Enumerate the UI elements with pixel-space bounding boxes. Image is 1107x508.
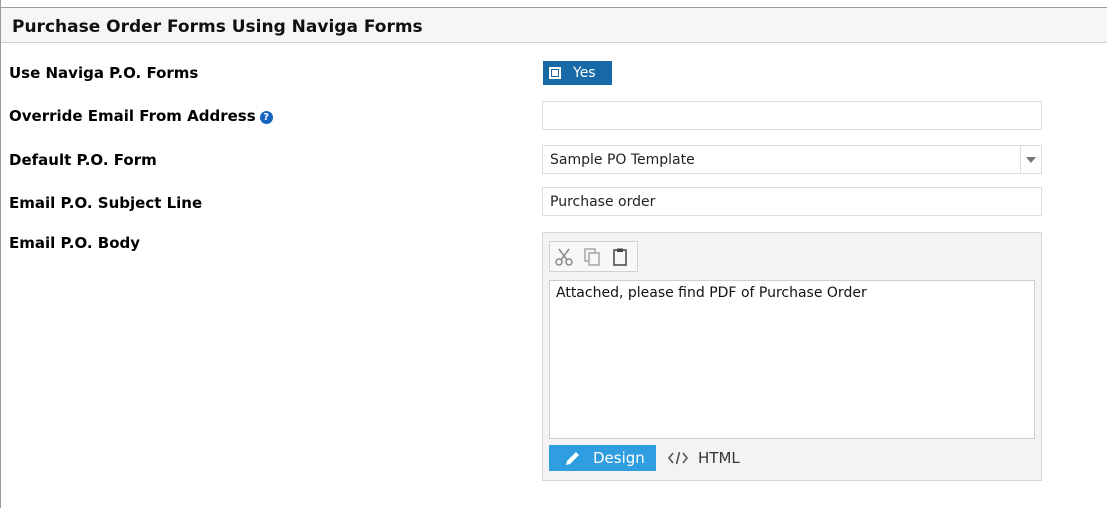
dropdown-button[interactable] (1020, 146, 1041, 173)
use-forms-toggle[interactable]: Yes (543, 61, 612, 85)
subject-label: Email P.O. Subject Line (9, 194, 203, 212)
body-label: Email P.O. Body (9, 234, 141, 252)
help-icon[interactable]: ? (259, 111, 273, 124)
design-label: Design (593, 449, 645, 467)
body-editor: Attached, please find PDF of Purchase Or… (542, 232, 1042, 481)
copy-icon[interactable] (578, 242, 606, 271)
editor-toolbar (549, 241, 638, 272)
cut-icon[interactable] (550, 242, 578, 271)
checkbox-icon (549, 67, 561, 79)
section-title: Purchase Order Forms Using Naviga Forms (12, 17, 423, 37)
code-icon (667, 451, 689, 465)
caret-down-icon (1026, 156, 1036, 163)
html-label: HTML (698, 449, 740, 467)
section-header: Purchase Order Forms Using Naviga Forms (1, 7, 1107, 43)
default-form-select[interactable]: Sample PO Template (542, 145, 1042, 174)
paste-icon[interactable] (606, 242, 634, 271)
left-border (0, 0, 1, 508)
default-form-label: Default P.O. Form (9, 151, 157, 169)
html-mode-button[interactable]: HTML (667, 445, 740, 471)
override-email-label-row: Override Email From Address? (9, 107, 273, 125)
override-email-input[interactable] (542, 101, 1042, 130)
use-forms-label: Use Naviga P.O. Forms (9, 64, 199, 82)
subject-input[interactable] (542, 187, 1042, 216)
design-mode-button[interactable]: Design (549, 445, 656, 471)
toggle-label: Yes (573, 65, 596, 81)
editor-content[interactable]: Attached, please find PDF of Purchase Or… (549, 280, 1035, 439)
pencil-icon (566, 452, 579, 465)
override-email-label: Override Email From Address (9, 107, 256, 125)
default-form-value: Sample PO Template (550, 152, 695, 168)
